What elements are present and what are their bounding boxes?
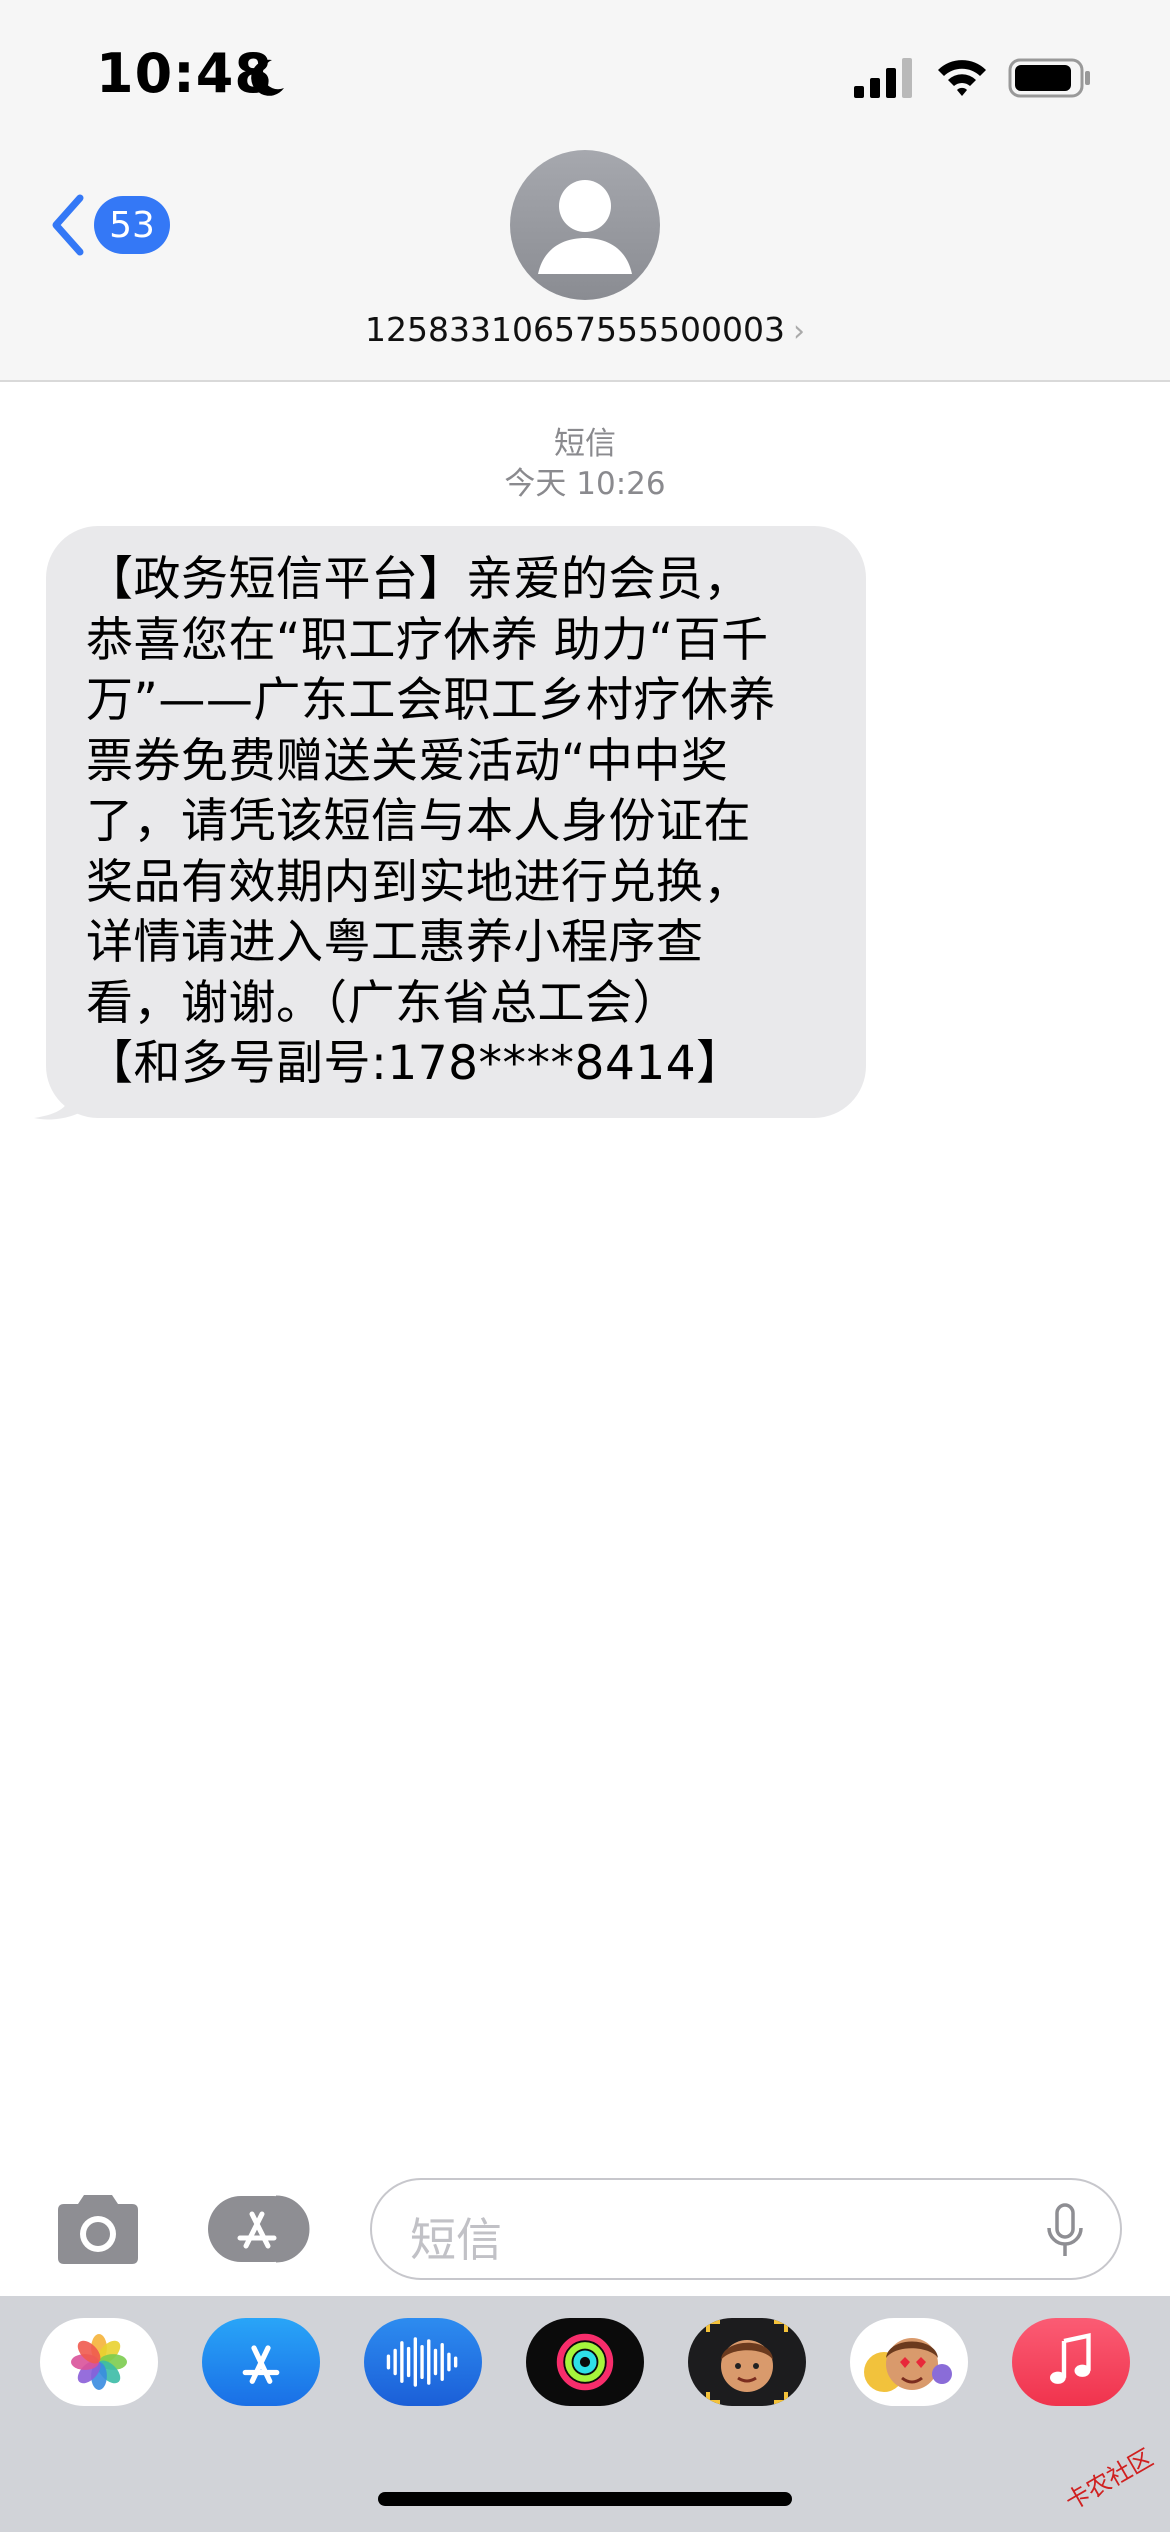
unread-count-badge: 53 <box>94 196 170 254</box>
message-text: 【政务短信平台】亲爱的会员， 恭喜您在“职工疗休养 助力“百千 万”——广东工会… <box>86 552 776 1091</box>
conversation-header: 10:48 53 12583310657555500003 › <box>0 0 1170 382</box>
app-store-icon[interactable] <box>208 2194 320 2264</box>
person-icon <box>538 180 632 274</box>
wifi-icon <box>938 60 986 96</box>
microphone-icon[interactable] <box>1044 2202 1086 2260</box>
photos-icon[interactable] <box>40 2318 158 2406</box>
message-timestamp: 今天 10:26 <box>504 466 666 502</box>
back-button[interactable]: 53 <box>46 190 176 260</box>
camera-icon[interactable] <box>52 2192 144 2266</box>
moon-icon <box>251 59 284 96</box>
memoji-icon[interactable] <box>688 2318 806 2406</box>
message-input-placeholder: 短信 <box>410 2213 502 2267</box>
music-icon[interactable] <box>1012 2318 1130 2406</box>
message-input[interactable]: 短信 <box>370 2178 1122 2280</box>
message-bubble[interactable]: 【政务短信平台】亲爱的会员， 恭喜您在“职工疗休养 助力“百千 万”——广东工会… <box>46 526 866 1118</box>
home-indicator[interactable] <box>378 2492 792 2506</box>
contact-avatar[interactable] <box>510 150 660 300</box>
contact-name[interactable]: 12583310657555500003 › <box>0 310 1170 349</box>
service-label: 短信 <box>554 426 616 462</box>
battery-icon <box>1008 58 1090 98</box>
chevron-left-icon <box>52 194 84 256</box>
memoji-stickers-icon[interactable] <box>850 2318 968 2406</box>
chevron-right-icon: › <box>792 314 805 349</box>
app-store-app-icon[interactable] <box>202 2318 320 2406</box>
cellular-signal-icon <box>854 58 912 98</box>
contact-number: 12583310657555500003 <box>365 310 785 349</box>
audio-message-icon[interactable] <box>364 2318 482 2406</box>
activity-icon[interactable] <box>526 2318 644 2406</box>
